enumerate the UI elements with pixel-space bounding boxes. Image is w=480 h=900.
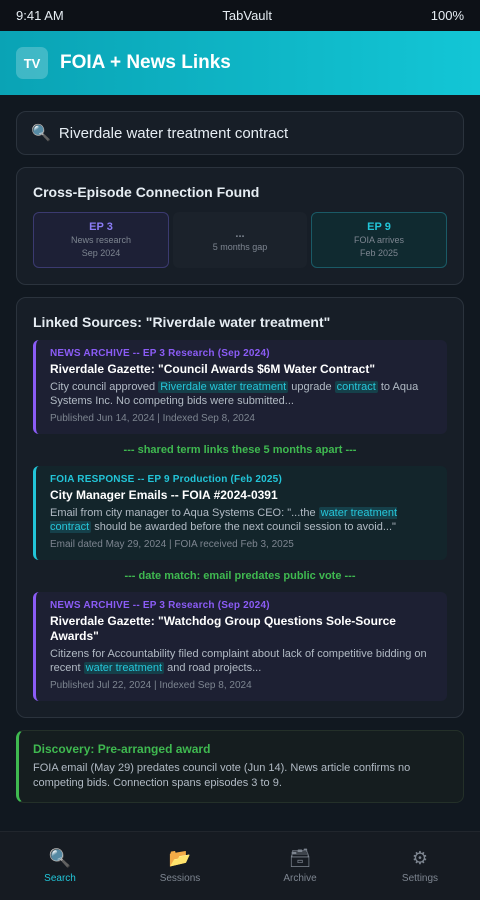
page-title: FOIA + News Links [60,52,231,73]
discovery-title: Discovery: Pre-arranged award [33,742,211,756]
status-battery: 100% [430,8,464,23]
highlight-term: Riverdale water treatment [158,381,289,393]
bottom-tab-bar: 🔍 Search 📂 Sessions 🗃 Archive ⚙ Settings [0,831,480,900]
source-meta: Published Jun 14, 2024 | Indexed Sep 8, … [50,413,255,424]
source-excerpt: City council approved Riverdale water tr… [50,381,419,407]
search-query[interactable]: Riverdale water treatment contract [59,125,288,142]
source-label: FOIA RESPONSE -- EP 9 Production (Feb 20… [50,474,282,485]
timeline-date: Feb 2025 [359,248,399,258]
connection-card: Cross-Episode Connection Found EP 3 News… [16,167,464,285]
app-logo: TV [16,47,48,79]
link-note: --- date match: email predates public vo… [124,570,356,582]
search-icon: 🔍 [48,848,72,868]
timeline-gap-label: 5 months gap [212,241,268,252]
status-bar: 9:41 AM TabVault 100% [0,0,480,31]
timeline-sub: FOIA arrives [353,235,404,245]
status-time: 9:41 AM [16,8,64,23]
gear-icon: ⚙ [411,848,429,868]
discovery-card: Discovery: Pre-arranged award FOIA email… [16,730,464,803]
timeline-sub: News research [70,235,132,245]
timeline-ep-label: EP 3 [89,221,113,233]
tab-sessions[interactable]: 📂 Sessions [120,832,240,900]
timeline-gap: ... 5 months gap [173,212,307,268]
tab-search[interactable]: 🔍 Search [0,832,120,900]
source-meta: Published Jul 22, 2024 | Indexed Sep 8, … [50,680,252,691]
source-label: NEWS ARCHIVE -- EP 3 Research (Sep 2024) [50,600,270,611]
connection-title: Cross-Episode Connection Found [33,184,260,200]
tab-label: Search [44,873,76,884]
tab-label: Sessions [159,873,201,884]
source-item-foia[interactable]: FOIA RESPONSE -- EP 9 Production (Feb 20… [33,466,447,560]
source-label: NEWS ARCHIVE -- EP 3 Research (Sep 2024) [50,348,270,359]
status-app-name: TabVault [222,8,273,23]
folder-icon: 📂 [168,848,192,868]
timeline-date: Sep 2024 [81,248,121,258]
source-title: City Manager Emails -- FOIA #2024-0391 [50,488,278,502]
timeline-ep3[interactable]: EP 3 News research Sep 2024 [33,212,169,268]
tab-archive[interactable]: 🗃 Archive [240,832,360,900]
search-input[interactable]: 🔍 Riverdale water treatment contract [16,111,464,155]
highlight-term: water treatment [83,662,165,674]
tab-label: Archive [283,873,317,884]
source-title: Riverdale Gazette: "Watchdog Group Quest… [50,614,396,643]
archive-box-icon: 🗃 [288,848,312,868]
discovery-body: FOIA email (May 29) predates council vot… [33,762,411,789]
source-meta: Email dated May 29, 2024 | FOIA received… [50,539,294,550]
source-title: Riverdale Gazette: "Council Awards $6M W… [50,362,376,376]
source-item-news[interactable]: NEWS ARCHIVE -- EP 3 Research (Sep 2024)… [33,340,447,434]
app-header: TV FOIA + News Links [0,31,480,95]
source-item-news[interactable]: NEWS ARCHIVE -- EP 3 Research (Sep 2024)… [33,592,447,701]
linked-sources-card: Linked Sources: "Riverdale water treatme… [16,297,464,718]
link-note: --- shared term links these 5 months apa… [123,444,357,456]
tab-label: Settings [401,873,439,884]
timeline-ep9[interactable]: EP 9 FOIA arrives Feb 2025 [311,212,447,268]
tab-settings[interactable]: ⚙ Settings [360,832,480,900]
source-excerpt: Citizens for Accountability filed compla… [50,648,427,674]
timeline-gap-dots: ... [235,227,245,240]
highlight-term: contract [334,381,378,393]
source-excerpt: Email from city manager to Aqua Systems … [50,507,398,533]
linked-sources-title: Linked Sources: "Riverdale water treatme… [33,314,331,330]
timeline-ep-label: EP 9 [367,221,391,233]
search-icon: 🔍 [31,125,51,142]
episode-timeline: EP 3 News research Sep 2024 ... 5 months… [33,212,447,268]
